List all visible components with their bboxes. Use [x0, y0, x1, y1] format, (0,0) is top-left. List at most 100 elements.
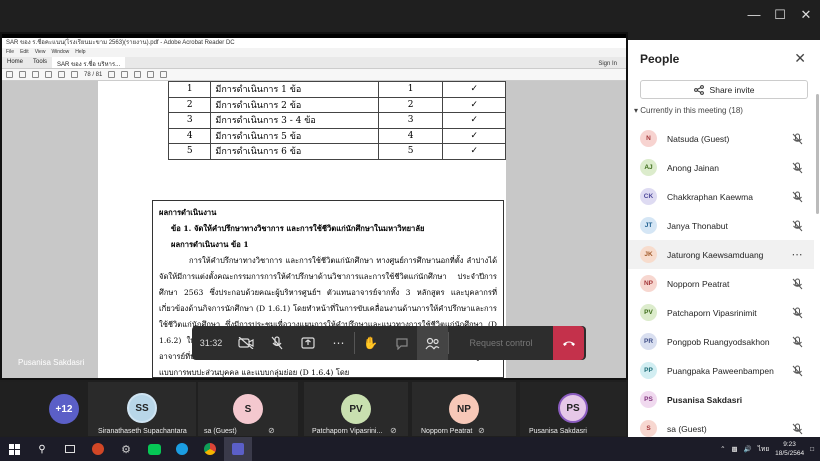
line-icon [147, 443, 161, 455]
teams-app[interactable] [224, 437, 252, 461]
more-options-icon[interactable]: ⋯ [790, 248, 804, 261]
taskview-button[interactable] [56, 437, 84, 461]
prev-page-icon[interactable] [58, 71, 65, 78]
participant-name: Nopporn Peatrat [421, 428, 473, 435]
save-icon[interactable] [6, 71, 13, 78]
mic-off-icon: ⊘ [390, 426, 397, 435]
camera-off-button[interactable] [230, 326, 261, 360]
meeting-section-header[interactable]: ▾ Currently in this meeting (18) [634, 106, 743, 115]
more-icon: ⋯ [332, 336, 345, 350]
cursor-icon[interactable] [108, 71, 116, 78]
participant-row[interactable]: N Natsuda (Guest) [628, 124, 814, 153]
settings-app[interactable]: ⚙ [112, 437, 140, 461]
avatar: S [233, 394, 263, 424]
zoom-icon[interactable] [134, 71, 142, 78]
volume-icon[interactable]: 🔊 [744, 445, 752, 453]
participant-row[interactable]: AJ Anong Jainan [628, 153, 814, 182]
table-row: 5 มีการดำเนินการ 6 ข้อ 5 ✓ [167, 143, 506, 160]
participant-row[interactable]: JK Jaturong Kaewsamduang ⋯ [628, 240, 814, 269]
share-invite-button[interactable]: Share invite [640, 80, 808, 99]
tab-tools[interactable]: Tools [28, 57, 52, 68]
edge-app[interactable] [168, 437, 196, 461]
avatar: PS [558, 393, 588, 423]
check-icon: ✓ [442, 112, 506, 129]
request-control-button[interactable]: Request control [449, 338, 553, 348]
chrome-app[interactable] [196, 437, 224, 461]
participant-tile[interactable]: PS Pusanisa Sakdasri [520, 382, 626, 436]
participant-row[interactable]: JT Janya Thonabut [628, 211, 814, 240]
avatar: PP [640, 362, 657, 379]
gear-icon: ⚙ [121, 443, 131, 456]
item-result: ผลการดำเนินงาน ข้อ 1 [171, 240, 249, 249]
participant-name: sa (Guest) [667, 423, 707, 434]
close-panel-icon[interactable]: ✕ [794, 50, 806, 67]
participant-tile[interactable]: NP Nopporn Peatrat ⊘ [412, 382, 516, 436]
hand-icon[interactable] [121, 71, 129, 78]
chat-button[interactable] [386, 326, 417, 360]
table-row: 4 มีการดำเนินการ 5 ข้อ 4 ✓ [167, 127, 506, 144]
acrobat-tabs: Home Tools SAR ของ ร.ชื่อ บริหาร... Sign… [2, 57, 626, 69]
camera-off-icon [237, 337, 254, 349]
close-icon[interactable]: ✕ [798, 7, 814, 23]
participant-name: Pusanisa Sakdasri [667, 394, 743, 405]
restore-icon[interactable]: ☐ [772, 7, 788, 23]
page-number[interactable]: 78 / 81 [84, 72, 102, 78]
participant-name: Nopporn Peatrat [667, 278, 730, 289]
system-tray: ⌃ ▩ 🔊 ไทย 9:23 18/5/2564 □ [720, 437, 820, 461]
tab-home[interactable]: Home [2, 57, 28, 68]
menu-file[interactable]: File [6, 48, 14, 57]
sign-in-link[interactable]: Sign In [593, 59, 622, 69]
notification-icon[interactable]: □ [810, 446, 814, 453]
menu-window[interactable]: Window [51, 48, 69, 57]
avatar: S [640, 420, 657, 437]
start-button[interactable] [0, 437, 28, 461]
email-icon[interactable] [32, 71, 39, 78]
mic-off-icon [790, 336, 804, 348]
network-icon[interactable]: ▩ [732, 445, 738, 453]
panel-scrollbar[interactable] [816, 94, 819, 214]
participant-name: Siranathaseth Supachantara [98, 428, 187, 435]
print-icon[interactable] [19, 71, 26, 78]
participant-tile[interactable]: S sa (Guest) ⊘ [198, 382, 298, 436]
participant-name: Natsuda (Guest) [667, 133, 730, 144]
pen-icon[interactable] [160, 71, 168, 78]
input-language[interactable]: ไทย [758, 444, 769, 454]
share-icon [693, 84, 704, 95]
clock[interactable]: 9:23 18/5/2564 [775, 440, 804, 458]
search-icon[interactable] [45, 71, 52, 78]
hand-icon: ✋ [363, 336, 378, 350]
powerpoint-app[interactable] [84, 437, 112, 461]
participant-row[interactable]: PR Pongpob Ruangyodsakhon [628, 327, 814, 356]
search-icon: ⚲ [38, 443, 46, 455]
mic-off-icon [790, 133, 804, 145]
participant-row[interactable]: PV Patchaporn Vipasrinimit [628, 298, 814, 327]
participant-row[interactable]: PP Puangpaka Paweenbampen [628, 356, 814, 385]
result-paragraph: การให้คำปรึกษาทางวิชาการ และการใช้ชีวิตแ… [159, 256, 497, 377]
avatar: +12 [49, 394, 79, 424]
more-actions-button[interactable]: ⋯ [323, 326, 354, 360]
menu-help[interactable]: Help [75, 48, 85, 57]
search-button[interactable]: ⚲ [28, 437, 56, 461]
participant-row[interactable]: CK Chakkraphan Kaewma [628, 182, 814, 211]
share-screen-button[interactable] [292, 326, 323, 360]
mic-off-icon [790, 365, 804, 377]
participants-button[interactable] [417, 326, 448, 360]
participant-row[interactable]: NP Nopporn Peatrat [628, 269, 814, 298]
participant-name: Janya Thonabut [667, 220, 728, 231]
tab-document[interactable]: SAR ของ ร.ชื่อ บริหาร... [52, 57, 126, 68]
menu-edit[interactable]: Edit [20, 48, 29, 57]
raise-hand-button[interactable]: ✋ [355, 326, 386, 360]
mic-off-button[interactable] [261, 326, 292, 360]
chevron-up-icon[interactable]: ⌃ [720, 445, 725, 453]
hang-up-button[interactable] [553, 326, 584, 360]
menu-view[interactable]: View [35, 48, 46, 57]
participant-row[interactable]: PS Pusanisa Sakdasri [628, 385, 814, 414]
minimize-icon[interactable]: — [746, 7, 762, 23]
participant-tile[interactable]: PV Patchaporn Vipasrini... ⊘ [304, 382, 408, 436]
comment-icon[interactable] [147, 71, 155, 78]
line-app[interactable] [140, 437, 168, 461]
participant-name: Pusanisa Sakdasri [529, 428, 587, 435]
next-page-icon[interactable] [71, 71, 78, 78]
table-row: 3 มีการดำเนินการ 3 - 4 ข้อ 3 ✓ [167, 112, 506, 129]
participant-tile[interactable]: SS Siranathaseth Supachantara [88, 382, 196, 436]
